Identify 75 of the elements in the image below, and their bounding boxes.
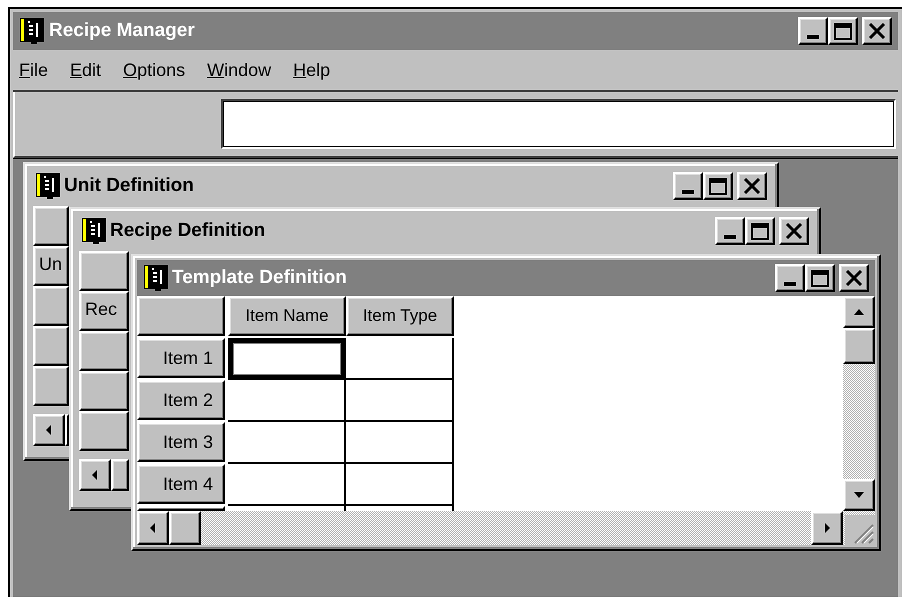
scroll-thumb[interactable] — [111, 459, 129, 491]
close-button[interactable] — [737, 172, 767, 200]
header-button[interactable] — [33, 206, 69, 246]
close-icon — [743, 178, 761, 194]
header-button[interactable] — [79, 251, 129, 291]
book-icon — [143, 264, 169, 292]
maximize-icon — [709, 178, 727, 194]
maximize-button[interactable] — [805, 264, 835, 292]
table-cell[interactable] — [228, 338, 346, 380]
menu-item[interactable]: File — [19, 60, 48, 80]
scroll-arrow-button[interactable] — [811, 511, 843, 545]
column-header[interactable]: Item Type — [346, 296, 454, 336]
maximize-icon — [811, 270, 829, 286]
header-button[interactable] — [33, 286, 69, 326]
table-cell[interactable] — [346, 338, 454, 380]
scroll-arrow-button[interactable] — [843, 479, 875, 511]
menu-item[interactable]: Help — [293, 60, 330, 80]
header-button[interactable]: Un — [33, 246, 69, 286]
book-icon — [81, 217, 107, 245]
minimize-icon — [807, 35, 819, 39]
close-button[interactable] — [779, 217, 809, 245]
row-header[interactable]: Item 4 — [137, 464, 225, 504]
row-header[interactable]: Item 2 — [137, 380, 225, 420]
scroll-arrow-button[interactable] — [79, 459, 111, 491]
minimize-button[interactable] — [715, 217, 745, 245]
scroll-thumb[interactable] — [169, 511, 201, 545]
minimize-button[interactable] — [673, 172, 703, 200]
scroll-arrow-button[interactable] — [137, 511, 169, 545]
maximize-button[interactable] — [828, 17, 858, 45]
table-cell[interactable] — [228, 464, 346, 506]
book-icon — [19, 17, 45, 45]
scroll-thumb[interactable] — [843, 328, 875, 364]
minimize-icon — [784, 282, 796, 286]
header-button[interactable] — [79, 411, 129, 451]
header-button[interactable] — [79, 331, 129, 371]
minimize-button[interactable] — [775, 264, 805, 292]
table-cell[interactable] — [346, 422, 454, 464]
minimize-icon — [682, 190, 694, 194]
header-button[interactable] — [33, 366, 69, 406]
maximize-icon — [751, 222, 769, 240]
maximize-button[interactable] — [745, 217, 775, 245]
vertical-scrollbar[interactable] — [843, 296, 875, 511]
close-button[interactable] — [862, 17, 892, 45]
scroll-arrow-button[interactable] — [843, 296, 875, 328]
row-header[interactable]: Item 1 — [137, 338, 225, 378]
table-cell[interactable] — [228, 422, 346, 464]
book-icon — [35, 172, 61, 200]
close-button[interactable] — [839, 264, 869, 292]
size-grip-icon — [845, 515, 875, 545]
close-icon — [785, 223, 803, 239]
menu-item[interactable]: Options — [123, 60, 186, 80]
header-button[interactable]: Rec — [79, 291, 129, 331]
scroll-thumb[interactable] — [65, 414, 69, 446]
row-header[interactable]: Item 3 — [137, 422, 225, 462]
window-title: Template Definition — [172, 267, 348, 289]
horizontal-scrollbar[interactable] — [137, 511, 875, 545]
menu-item[interactable]: Window — [207, 60, 272, 80]
header-button[interactable] — [79, 371, 129, 411]
table-cell[interactable] — [346, 464, 454, 506]
maximize-icon — [834, 22, 852, 40]
minimize-button[interactable] — [798, 17, 828, 45]
table-cell[interactable] — [346, 380, 454, 422]
window-title: Recipe Definition — [110, 220, 266, 242]
window-title: Recipe Manager — [49, 20, 196, 42]
input-field[interactable] — [221, 99, 896, 149]
close-icon — [868, 23, 886, 39]
scroll-arrow-button[interactable] — [33, 414, 65, 446]
menu-item[interactable]: Edit — [70, 60, 102, 80]
window-title: Unit Definition — [64, 175, 195, 197]
table-cell[interactable] — [228, 380, 346, 422]
header-button[interactable] — [33, 326, 69, 366]
column-header[interactable]: Item Name — [228, 296, 346, 336]
minimize-icon — [724, 235, 736, 239]
close-icon — [845, 270, 863, 286]
maximize-button[interactable] — [703, 172, 733, 200]
